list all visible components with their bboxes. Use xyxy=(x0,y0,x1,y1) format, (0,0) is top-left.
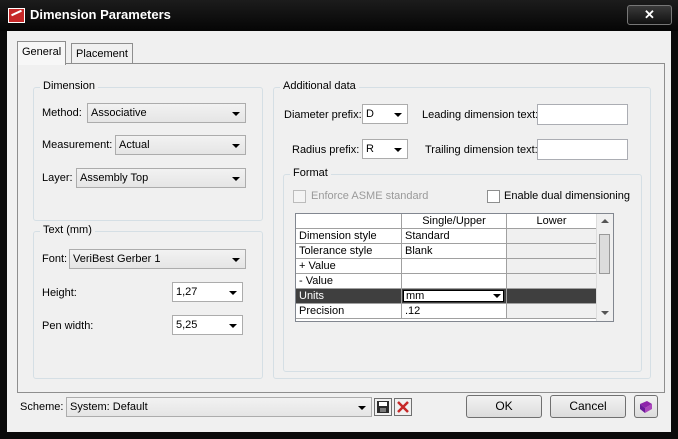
pen-width-dropdown[interactable]: 5,25 xyxy=(172,315,243,335)
pen-width-value: 5,25 xyxy=(176,319,198,331)
table-row-label: Dimension style xyxy=(296,229,402,244)
dual-dimensioning-label: Enable dual dimensioning xyxy=(504,190,630,202)
chevron-down-icon xyxy=(232,177,240,181)
table-cell-upper[interactable]: Blank xyxy=(402,244,507,259)
dialog-client: General Placement Dimension Method: Asso… xyxy=(7,31,671,432)
height-label: Height: xyxy=(42,287,77,299)
table-cell-lower-selected xyxy=(507,289,597,304)
radius-prefix-value: R xyxy=(366,143,374,155)
close-button[interactable]: ✕ xyxy=(627,5,672,25)
text-group-title: Text (mm) xyxy=(40,224,95,236)
additional-data-title: Additional data xyxy=(280,80,359,92)
table-cell-lower xyxy=(507,259,597,274)
table-header-upper: Single/Upper xyxy=(402,214,507,229)
cancel-button[interactable]: Cancel xyxy=(550,395,626,418)
enforce-asme-checkbox[interactable] xyxy=(293,190,306,203)
table-cell-lower xyxy=(507,304,597,319)
font-value: VeriBest Gerber 1 xyxy=(73,253,161,265)
chevron-down-icon xyxy=(232,144,240,148)
app-icon xyxy=(8,8,25,23)
chevron-down-icon xyxy=(229,324,237,328)
ok-button[interactable]: OK xyxy=(466,395,542,418)
chevron-down-icon xyxy=(232,258,240,262)
delete-icon xyxy=(397,401,409,413)
dialog-window: Dimension Parameters ✕ General Placement… xyxy=(0,0,678,439)
units-dropdown[interactable]: mm xyxy=(403,290,504,302)
scheme-dropdown[interactable]: System: Default xyxy=(66,397,372,417)
radius-prefix-label: Radius prefix: xyxy=(292,144,360,156)
trailing-text-label: Trailing dimension text: xyxy=(425,144,538,156)
units-cell[interactable]: mm xyxy=(402,289,507,304)
table-header-property xyxy=(296,214,402,229)
diameter-prefix-dropdown[interactable]: D xyxy=(362,104,408,124)
units-value: mm xyxy=(406,290,425,302)
pen-width-label: Pen width: xyxy=(42,320,94,332)
chevron-down-icon xyxy=(394,113,402,117)
table-cell-upper[interactable]: .12 xyxy=(402,304,507,319)
dimension-group-title: Dimension xyxy=(40,80,98,92)
table-cell-upper[interactable] xyxy=(402,259,507,274)
table-row-label-selected: Units xyxy=(296,289,402,304)
title-bar[interactable]: Dimension Parameters ✕ xyxy=(0,0,678,31)
table-row-label: Precision xyxy=(296,304,402,319)
measurement-value: Actual xyxy=(119,139,150,151)
table-row-label: Tolerance style xyxy=(296,244,402,259)
tab-general[interactable]: General xyxy=(17,41,67,65)
method-value: Associative xyxy=(91,107,147,119)
chevron-down-icon xyxy=(229,291,237,295)
layer-dropdown[interactable]: Assembly Top xyxy=(76,168,246,188)
delete-scheme-button[interactable] xyxy=(394,398,412,416)
font-label: Font: xyxy=(42,253,68,265)
scheme-value: System: Default xyxy=(70,401,148,413)
radius-prefix-dropdown[interactable]: R xyxy=(362,139,408,159)
leading-text-input[interactable] xyxy=(537,104,628,125)
table-row-label: - Value xyxy=(296,274,402,289)
table-row-label: + Value xyxy=(296,259,402,274)
help-button[interactable] xyxy=(634,395,658,418)
scheme-label: Scheme: xyxy=(20,401,64,413)
format-table[interactable]: Single/Upper Lower Dimension style Stand… xyxy=(295,213,614,322)
trailing-text-input[interactable] xyxy=(537,139,628,160)
table-cell-lower xyxy=(507,274,597,289)
scroll-up-icon[interactable] xyxy=(601,219,609,223)
table-cell-lower xyxy=(507,244,597,259)
layer-value: Assembly Top xyxy=(80,172,149,184)
save-icon xyxy=(377,401,389,413)
help-book-icon xyxy=(640,401,652,413)
layer-label: Layer: xyxy=(42,172,73,184)
table-cell-upper[interactable]: Standard xyxy=(402,229,507,244)
table-scrollbar[interactable] xyxy=(596,214,613,321)
table-cell-upper[interactable] xyxy=(402,274,507,289)
diameter-prefix-label: Diameter prefix: xyxy=(284,109,362,121)
table-cell-lower xyxy=(507,229,597,244)
measurement-label: Measurement: xyxy=(42,139,113,151)
save-scheme-button[interactable] xyxy=(374,398,392,416)
text-group: Text (mm) Font: VeriBest Gerber 1 Height… xyxy=(33,224,263,379)
window-title: Dimension Parameters xyxy=(30,7,171,22)
tab-placement[interactable]: Placement xyxy=(71,43,133,64)
height-dropdown[interactable]: 1,27 xyxy=(172,282,243,302)
method-label: Method: xyxy=(42,107,82,119)
height-value: 1,27 xyxy=(176,286,198,298)
leading-text-label: Leading dimension text: xyxy=(422,109,539,121)
chevron-down-icon xyxy=(394,148,402,152)
table-header-lower: Lower xyxy=(507,214,597,229)
dimension-group: Dimension Method: Associative Measuremen… xyxy=(33,80,263,221)
diameter-prefix-value: D xyxy=(366,108,374,120)
dual-dimensioning-checkbox[interactable] xyxy=(487,190,500,203)
chevron-down-icon xyxy=(493,294,501,298)
scroll-down-icon[interactable] xyxy=(601,311,609,315)
method-dropdown[interactable]: Associative xyxy=(87,103,246,123)
enforce-asme-label: Enforce ASME standard xyxy=(311,190,429,202)
chevron-down-icon xyxy=(358,406,366,410)
format-title: Format xyxy=(290,167,331,179)
measurement-dropdown[interactable]: Actual xyxy=(115,135,246,155)
font-dropdown[interactable]: VeriBest Gerber 1 xyxy=(69,249,246,269)
chevron-down-icon xyxy=(232,112,240,116)
scroll-thumb[interactable] xyxy=(599,234,610,274)
